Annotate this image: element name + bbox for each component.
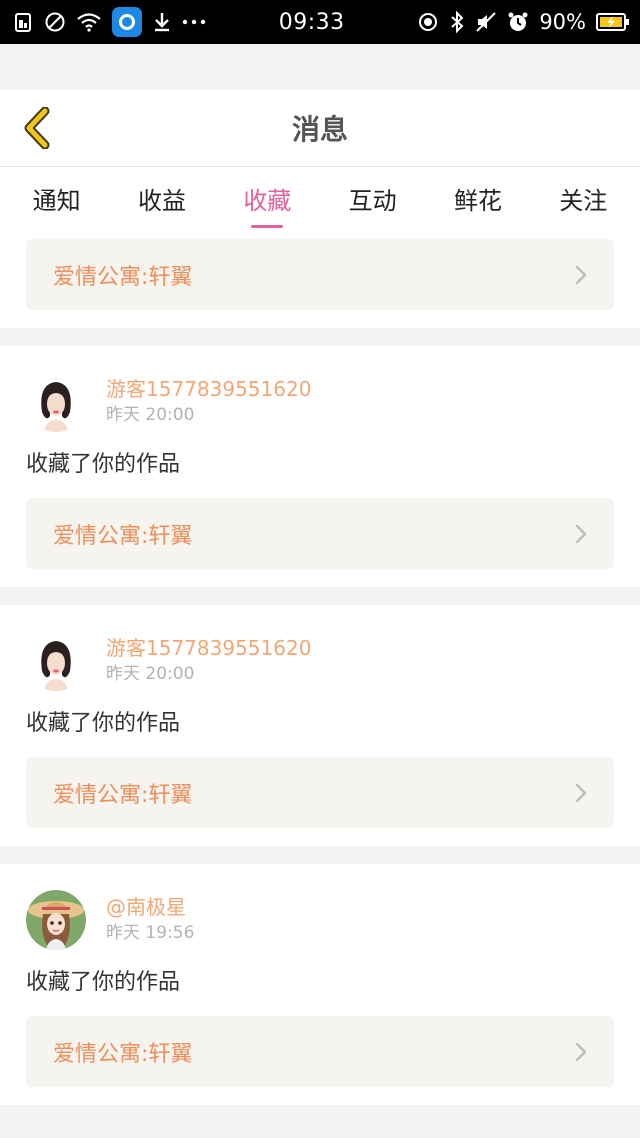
chevron-right-icon <box>575 1042 587 1061</box>
user-row: @南极星 昨天 19:56 <box>26 890 614 950</box>
status-bar-left <box>14 7 206 37</box>
user-meta: 游客1577839551620 昨天 20:00 <box>106 635 311 687</box>
clock: 09:33 <box>278 9 345 35</box>
location-icon <box>417 11 439 33</box>
page-title: 消息 <box>291 113 348 146</box>
tab-label: 通知 <box>32 186 81 215</box>
tab-notification[interactable]: 通知 <box>23 173 91 224</box>
chevron-right-icon <box>575 783 587 802</box>
header-bar: 消息 <box>0 90 640 167</box>
user-meta: @南极星 昨天 19:56 <box>106 894 194 946</box>
status-bar-right: 90% <box>417 10 630 34</box>
more-icon <box>182 18 206 26</box>
tab-favorites[interactable]: 收藏 <box>233 173 301 228</box>
timestamp: 昨天 20:00 <box>106 405 195 425</box>
top-spacer <box>0 44 640 90</box>
username[interactable]: @南极星 <box>106 894 194 920</box>
list-item: 爱情公寓:轩翼 <box>0 229 640 328</box>
list-item: @南极星 昨天 19:56 收藏了你的作品 爱情公寓:轩翼 <box>0 864 640 1105</box>
tab-interaction[interactable]: 互动 <box>339 173 407 224</box>
tab-label: 互动 <box>348 186 397 215</box>
avatar[interactable] <box>26 372 86 432</box>
user-meta: 游客1577839551620 昨天 20:00 <box>106 376 311 428</box>
work-title: 爱情公寓:轩翼 <box>53 264 193 290</box>
work-link[interactable]: 爱情公寓:轩翼 <box>26 1016 614 1087</box>
battery-charging-icon <box>596 12 630 32</box>
tab-label: 收藏 <box>243 186 292 215</box>
bluetooth-icon <box>449 11 465 33</box>
user-row: 游客1577839551620 昨天 20:00 <box>26 631 614 691</box>
wifi-icon <box>76 12 102 32</box>
chevron-right-icon <box>575 524 587 543</box>
work-title: 爱情公寓:轩翼 <box>53 782 193 808</box>
download-icon <box>152 11 172 33</box>
status-bar: 09:33 90% <box>0 0 640 44</box>
avatar[interactable] <box>26 631 86 691</box>
user-row: 游客1577839551620 昨天 20:00 <box>26 372 614 432</box>
tab-label: 关注 <box>559 186 608 215</box>
username[interactable]: 游客1577839551620 <box>106 376 311 402</box>
work-title: 爱情公寓:轩翼 <box>53 523 193 549</box>
work-link[interactable]: 爱情公寓:轩翼 <box>26 757 614 828</box>
timestamp: 昨天 19:56 <box>106 923 195 943</box>
list-item: 游客1577839551620 昨天 20:00 收藏了你的作品 爱情公寓:轩翼 <box>0 346 640 587</box>
battery-percent: 90% <box>539 10 586 34</box>
work-title: 爱情公寓:轩翼 <box>53 1041 193 1067</box>
tab-label: 鲜花 <box>453 186 502 215</box>
back-button[interactable] <box>16 106 56 150</box>
app-notification-icon <box>112 7 142 37</box>
active-tab-indicator <box>251 224 284 228</box>
work-link[interactable]: 爱情公寓:轩翼 <box>26 239 614 310</box>
chevron-left-icon <box>24 107 50 149</box>
action-text: 收藏了你的作品 <box>26 452 181 477</box>
mute-icon <box>475 11 497 33</box>
tab-follow[interactable]: 关注 <box>549 173 617 224</box>
chevron-right-icon <box>575 265 587 284</box>
tab-bar: 通知 收益 收藏 互动 鲜花 关注 <box>0 167 640 229</box>
sim-icon <box>14 11 34 33</box>
work-link[interactable]: 爱情公寓:轩翼 <box>26 498 614 569</box>
alarm-icon <box>507 11 529 33</box>
tab-label: 收益 <box>137 186 186 215</box>
avatar[interactable] <box>26 890 86 950</box>
message-list: 爱情公寓:轩翼 游客1577839551620 昨天 20:00 收藏了你的作品… <box>0 229 640 1123</box>
timestamp: 昨天 20:00 <box>106 664 195 684</box>
tab-earnings[interactable]: 收益 <box>128 173 196 224</box>
tab-flowers[interactable]: 鲜花 <box>444 173 512 224</box>
username[interactable]: 游客1577839551620 <box>106 635 311 661</box>
no-sim-icon <box>44 11 66 33</box>
list-item: 游客1577839551620 昨天 20:00 收藏了你的作品 爱情公寓:轩翼 <box>0 605 640 846</box>
action-text: 收藏了你的作品 <box>26 970 181 995</box>
action-text: 收藏了你的作品 <box>26 711 181 736</box>
